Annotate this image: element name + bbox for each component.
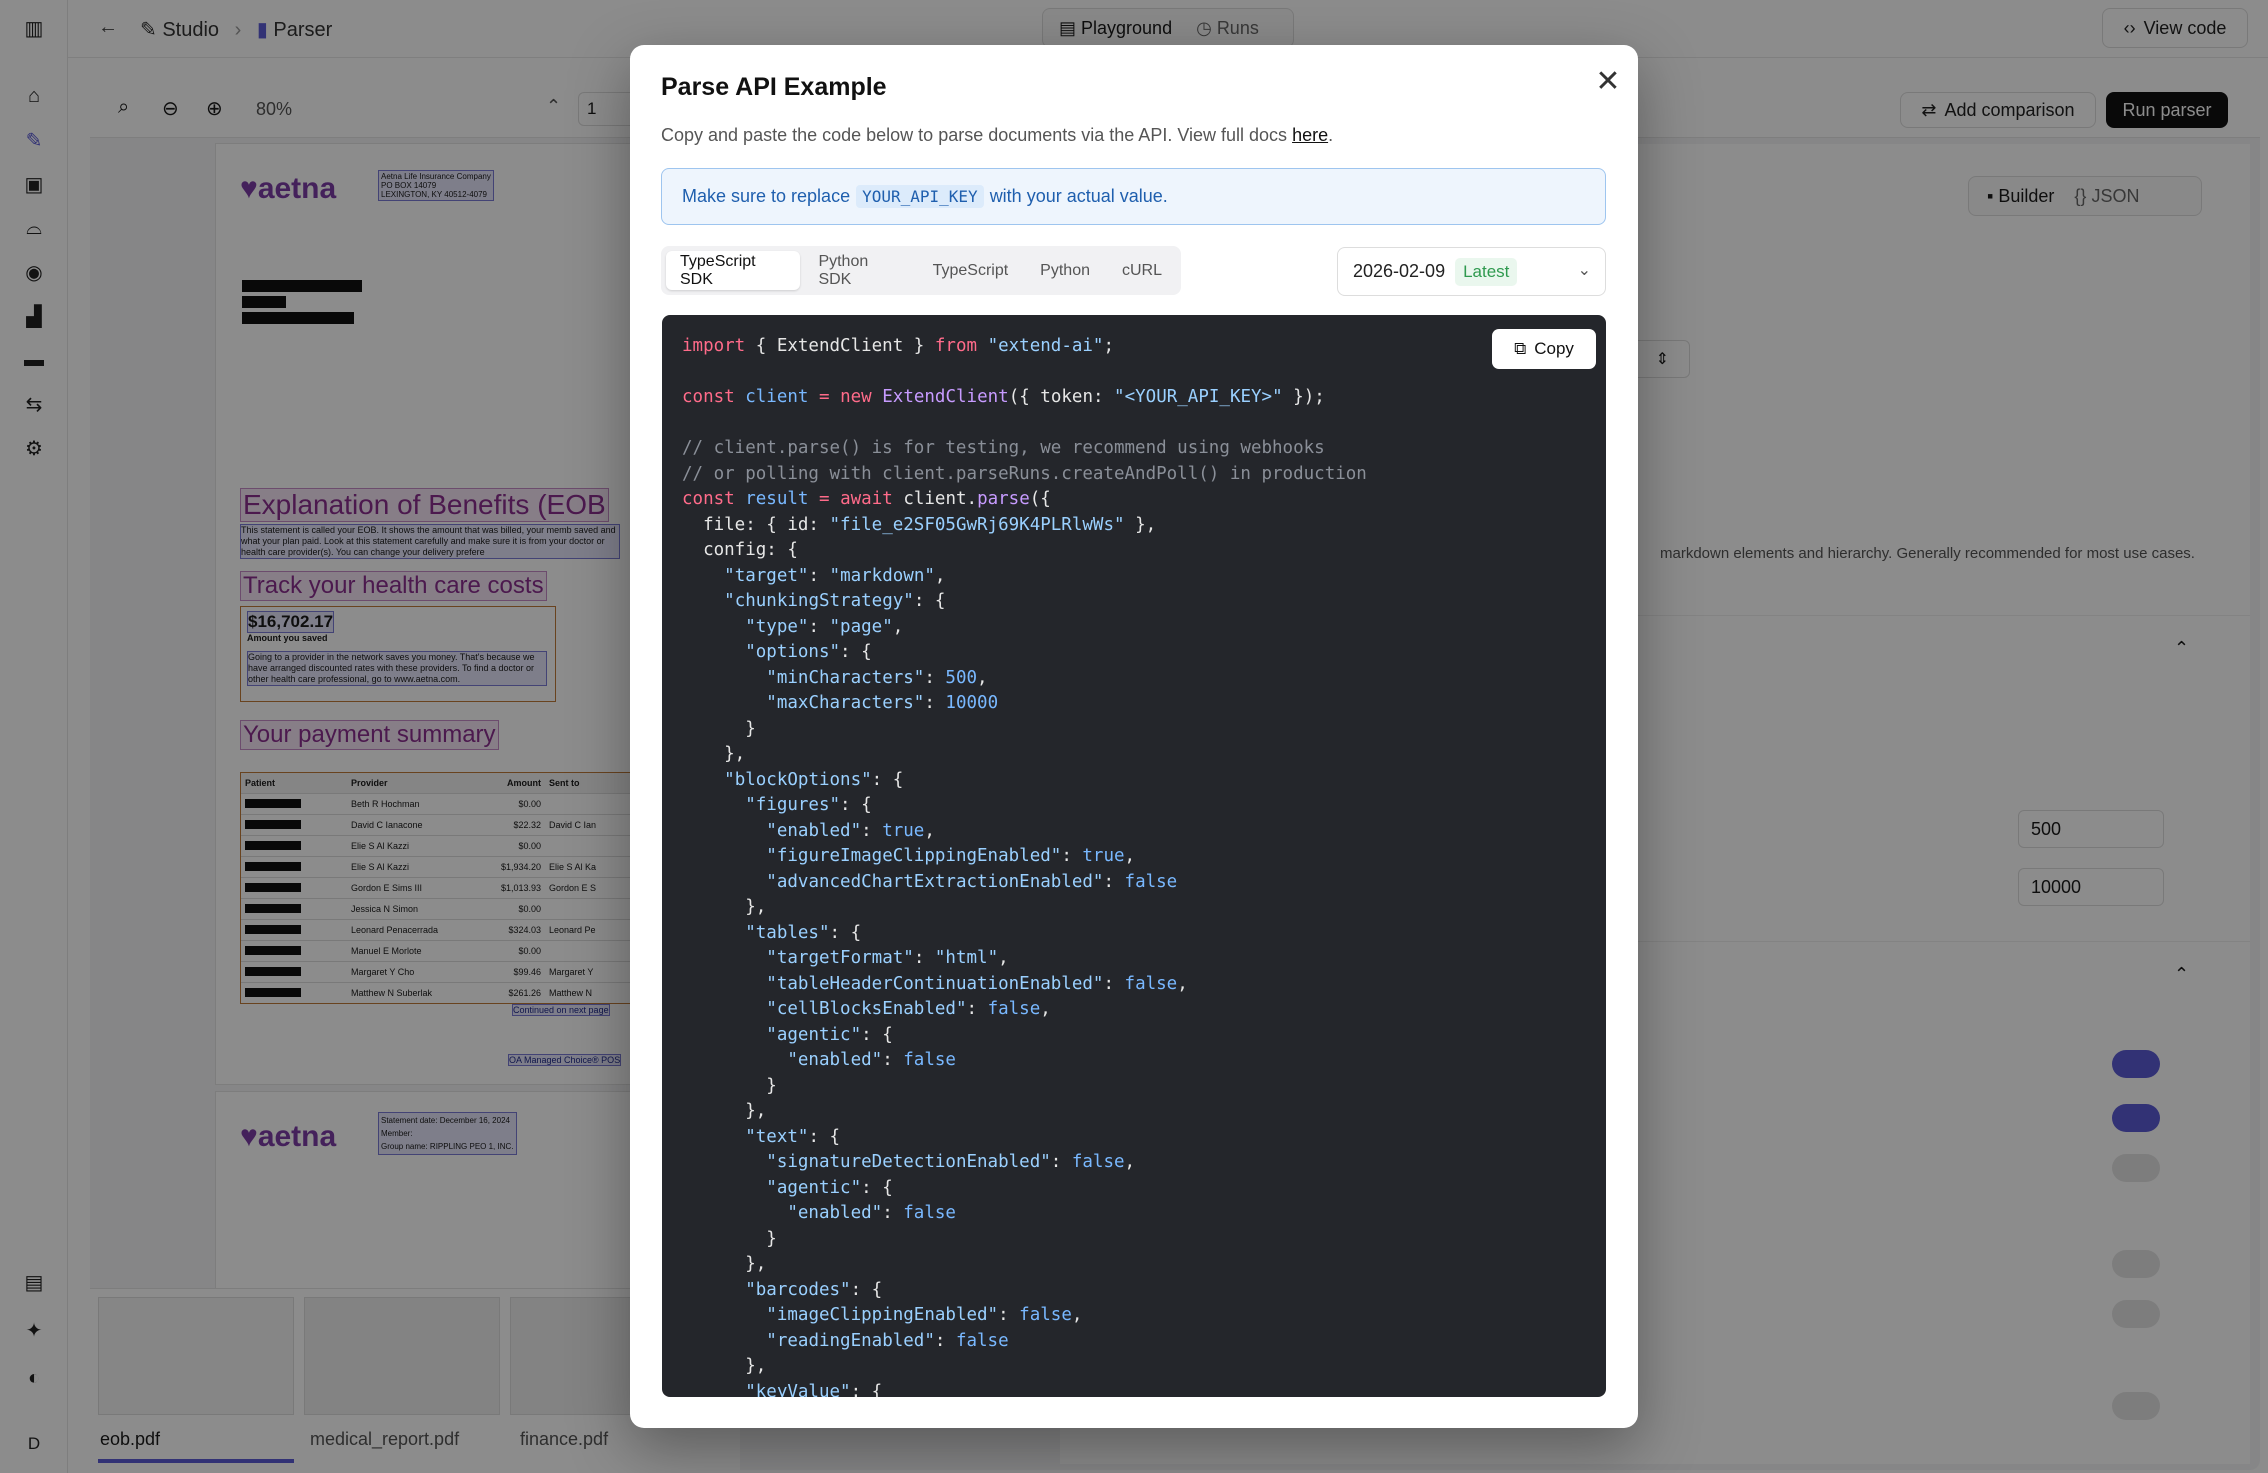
api-key-code: YOUR_API_KEY [856, 185, 984, 208]
version-value: 2026-02-09 [1353, 261, 1446, 281]
tab-python[interactable]: Python [1026, 251, 1104, 290]
copy-icon: ⧉ [1514, 339, 1527, 358]
api-key-alert: Make sure to replace YOUR_API_KEY with you… [661, 168, 1606, 225]
docs-link[interactable]: here [1292, 125, 1328, 145]
tab-typescript[interactable]: TypeScript [919, 251, 1023, 290]
tab-typescript-sdk[interactable]: TypeScript SDK [666, 251, 801, 290]
tab-python-sdk[interactable]: Python SDK [804, 251, 914, 290]
modal-title: Parse API Example [661, 73, 887, 101]
latest-badge: Latest [1455, 257, 1518, 286]
language-tabs: TypeScript SDK Python SDK TypeScript Pyt… [661, 246, 1181, 295]
tab-curl[interactable]: cURL [1108, 251, 1176, 290]
copy-button[interactable]: ⧉ Copy [1492, 329, 1596, 369]
modal-subtitle: Copy and paste the code below to parse d… [661, 125, 1334, 145]
code-block: import { ExtendClient } from "extend-ai"… [662, 315, 1606, 1397]
version-select[interactable]: 2026-02-09 Latest ⌄ [1337, 247, 1606, 296]
chevron-down-icon: ⌄ [1577, 262, 1591, 279]
close-icon[interactable]: ✕ [1590, 63, 1626, 99]
code-content: import { ExtendClient } from "extend-ai"… [682, 336, 1367, 1397]
parse-api-modal: Parse API Example ✕ Copy and paste the c… [630, 45, 1638, 1428]
